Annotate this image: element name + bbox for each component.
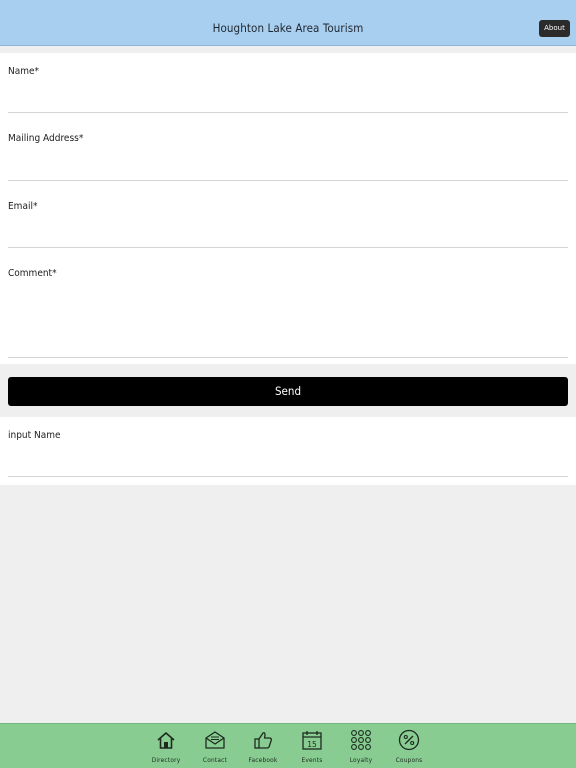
tab-events-label: Events [301, 756, 323, 764]
send-button[interactable]: Send [8, 377, 568, 406]
comment-field-underline [8, 357, 568, 358]
tab-coupons[interactable]: Coupons [385, 727, 433, 767]
tab-directory[interactable]: Directory [142, 727, 190, 767]
contact-form: Name* Mailing Address* Email* Comment* [0, 53, 576, 364]
tab-contact[interactable]: Contact [191, 727, 239, 767]
email-field[interactable] [8, 216, 568, 247]
app-title: Houghton Lake Area Tourism [212, 21, 364, 35]
tab-events[interactable]: 15 Events [288, 727, 336, 767]
mailing-address-field[interactable] [8, 149, 568, 180]
tab-facebook-label: Facebook [248, 756, 278, 764]
home-icon [157, 732, 175, 749]
mailing-address-field-underline [8, 180, 568, 181]
input-name-field-underline [8, 476, 568, 477]
email-label: Email* [8, 201, 38, 212]
envelope-icon [205, 731, 225, 749]
name-field[interactable] [8, 81, 568, 112]
name-field-underline [8, 112, 568, 113]
name-label: Name* [8, 66, 40, 77]
tab-facebook[interactable]: Facebook [239, 727, 287, 767]
email-field-underline [8, 247, 568, 248]
tab-contact-label: Contact [202, 756, 228, 764]
comment-textarea[interactable] [8, 284, 568, 356]
tab-coupons-label: Coupons [395, 756, 423, 764]
calendar-day-number: 15 [307, 740, 317, 749]
mailing-address-label: Mailing Address* [8, 133, 84, 144]
comment-label: Comment* [8, 268, 57, 279]
about-button[interactable]: About [539, 20, 570, 37]
percent-icon [398, 729, 420, 751]
grid-dots-icon [351, 730, 371, 750]
tab-directory-label: Directory [151, 756, 181, 764]
tab-loyalty[interactable]: Loyalty [337, 727, 385, 767]
tab-loyalty-label: Loyalty [349, 756, 373, 764]
calendar-icon: 15 [302, 731, 322, 750]
header-bar: Houghton Lake Area Tourism About [0, 0, 576, 46]
input-name-label: input Name [8, 430, 61, 441]
send-section: Send [0, 364, 576, 417]
thumbs-up-icon [254, 732, 272, 749]
extra-input-section: input Name [0, 417, 576, 485]
input-name-field[interactable] [8, 445, 568, 476]
bottom-tab-bar: Directory Contact Facebook 15 Events Loy… [0, 723, 576, 768]
